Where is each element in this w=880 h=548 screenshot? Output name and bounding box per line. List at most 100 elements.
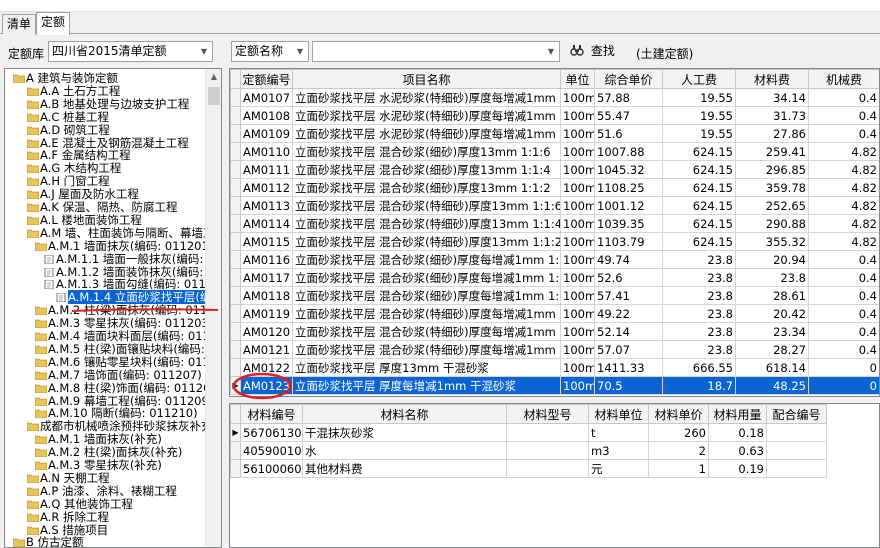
row-header[interactable] <box>230 441 241 460</box>
table-cell[interactable]: 34.14 <box>735 88 809 107</box>
table-cell[interactable]: 0.19 <box>708 459 767 478</box>
table-cell[interactable]: 49.74 <box>594 250 663 269</box>
table-cell[interactable]: 1411.33 <box>594 358 663 377</box>
table-cell[interactable]: 0.4 <box>808 340 879 359</box>
table-cell[interactable]: 49.22 <box>594 304 663 323</box>
table-cell[interactable]: 立面砂浆找平层 混合砂浆(特细砂)厚度13mm 1:1:2 <box>292 232 561 251</box>
table-cell[interactable]: 0.4 <box>808 106 879 125</box>
table-cell[interactable]: 19.55 <box>662 124 736 143</box>
table-cell[interactable]: 4.82 <box>808 232 879 251</box>
row-header[interactable] <box>230 304 241 323</box>
table-cell[interactable]: 624.15 <box>662 196 736 215</box>
table-cell[interactable]: 100m2 <box>560 340 595 359</box>
table-cell[interactable]: AM0111 <box>240 160 293 179</box>
table-row-selected[interactable]: ▶AM0123立面砂浆找平层 厚度每增减1mm 干混砂浆100m270.518.… <box>230 376 879 395</box>
table-cell[interactable] <box>506 441 589 460</box>
table-cell[interactable]: 56100060 <box>240 459 303 478</box>
table-cell[interactable]: 2 <box>648 441 709 460</box>
table-cell[interactable]: 4.82 <box>808 142 879 161</box>
table-cell[interactable] <box>766 423 827 442</box>
table-cell[interactable]: 立面砂浆找平层 水泥砂浆(特细砂)厚度每增减1mm <box>292 124 561 143</box>
table-cell[interactable]: 0.4 <box>808 304 879 323</box>
scroll-up-icon[interactable]: ▲ <box>206 69 221 85</box>
table-cell[interactable]: 28.27 <box>735 340 809 359</box>
col-header[interactable]: 材料单位 <box>588 404 649 424</box>
table-cell[interactable]: 立面砂浆找平层 混合砂浆(细砂)厚度每增减1mm 1:1:6 <box>292 250 561 269</box>
table-cell[interactable]: AM0119 <box>240 304 293 323</box>
table-cell[interactable]: 水 <box>302 441 507 460</box>
table-row[interactable]: AM0120立面砂浆找平层 混合砂浆(特细砂)厚度每增减1mm100m252.1… <box>230 322 879 341</box>
table-cell[interactable]: 23.8 <box>662 304 736 323</box>
table-cell[interactable]: 4.82 <box>808 196 879 215</box>
table-cell[interactable]: 100m2 <box>560 214 595 233</box>
table-cell[interactable]: 624.15 <box>662 214 736 233</box>
search-field-select[interactable]: 定额名称 ▼ <box>231 41 309 62</box>
table-cell[interactable]: 100m2 <box>560 250 595 269</box>
table-cell[interactable]: 0.4 <box>808 88 879 107</box>
col-header[interactable]: 定额编号 <box>240 69 293 89</box>
table-cell[interactable]: 1045.32 <box>594 160 663 179</box>
row-header[interactable] <box>230 232 241 251</box>
table-cell[interactable]: 100m2 <box>560 160 595 179</box>
table-row[interactable]: AM0108立面砂浆找平层 水泥砂浆(特细砂)厚度每增减1mm100m255.4… <box>230 106 879 125</box>
table-row[interactable]: AM0122立面砂浆找平层 厚度13mm 干混砂浆100m21411.33666… <box>230 358 879 377</box>
table-cell[interactable]: 100m2 <box>560 304 595 323</box>
table-cell[interactable]: 624.15 <box>662 160 736 179</box>
col-header[interactable]: 材料用量 <box>708 404 767 424</box>
col-header[interactable]: 人工费 <box>662 69 736 89</box>
table-cell[interactable]: 57.41 <box>594 286 663 305</box>
table-cell[interactable]: 0 <box>808 376 879 395</box>
col-header[interactable]: 材料编号 <box>240 404 303 424</box>
table-cell[interactable]: 100m2 <box>560 232 595 251</box>
col-header[interactable]: 材料单价 <box>648 404 709 424</box>
table-cell[interactable]: 23.8 <box>662 250 736 269</box>
library-select[interactable]: 四川省2015清单定额 ▼ <box>48 41 213 62</box>
table-cell[interactable]: 4.82 <box>808 160 879 179</box>
table-cell[interactable]: AM0117 <box>240 268 293 287</box>
table-row[interactable]: AM0117立面砂浆找平层 混合砂浆(细砂)厚度每增减1mm 1:1:4100m… <box>230 268 879 287</box>
row-header[interactable]: ▶ <box>230 423 241 442</box>
table-cell[interactable]: 23.8 <box>662 322 736 341</box>
table-cell[interactable]: 48.25 <box>735 376 809 395</box>
table-cell[interactable]: 52.6 <box>594 268 663 287</box>
table-cell[interactable]: 259.41 <box>735 142 809 161</box>
table-cell[interactable]: 立面砂浆找平层 水泥砂浆(特细砂)厚度每增减1mm <box>292 106 561 125</box>
col-header[interactable]: 机械费 <box>808 69 879 89</box>
table-cell[interactable]: 立面砂浆找平层 厚度每增减1mm 干混砂浆 <box>292 376 561 395</box>
table-row[interactable]: AM0119立面砂浆找平层 混合砂浆(特细砂)厚度每增减1mm100m249.2… <box>230 304 879 323</box>
scroll-thumb[interactable] <box>208 87 220 105</box>
table-cell[interactable]: AM0115 <box>240 232 293 251</box>
table-cell[interactable]: 1108.25 <box>594 178 663 197</box>
table-cell[interactable]: 立面砂浆找平层 混合砂浆(细砂)厚度13mm 1:1:2 <box>292 178 561 197</box>
table-cell[interactable]: 1103.79 <box>594 232 663 251</box>
table-cell[interactable]: 19.55 <box>662 106 736 125</box>
row-header[interactable] <box>230 286 241 305</box>
col-header[interactable]: 配合编号 <box>766 404 827 424</box>
table-cell[interactable]: 4.82 <box>808 214 879 233</box>
table-cell[interactable]: 100m2 <box>560 322 595 341</box>
table-cell[interactable]: 70.5 <box>594 376 663 395</box>
table-cell[interactable]: 0 <box>808 358 879 377</box>
table-cell[interactable]: 20.42 <box>735 304 809 323</box>
table-row[interactable]: AM0110立面砂浆找平层 混合砂浆(细砂)厚度13mm 1:1:6100m21… <box>230 142 879 161</box>
search-button[interactable]: 查找 <box>570 43 615 61</box>
table-cell[interactable]: 19.55 <box>662 88 736 107</box>
table-cell[interactable]: 干混抹灰砂浆 <box>302 423 507 442</box>
table-row[interactable]: AM0112立面砂浆找平层 混合砂浆(细砂)厚度13mm 1:1:2100m21… <box>230 178 879 197</box>
row-header[interactable] <box>230 196 241 215</box>
table-cell[interactable]: 296.85 <box>735 160 809 179</box>
table-cell[interactable]: 立面砂浆找平层 混合砂浆(细砂)厚度13mm 1:1:4 <box>292 160 561 179</box>
col-header[interactable]: 单位 <box>560 69 595 89</box>
table-cell[interactable]: 立面砂浆找平层 混合砂浆(特细砂)厚度每增减1mm <box>292 340 561 359</box>
table-cell[interactable]: 28.61 <box>735 286 809 305</box>
col-header[interactable]: 项目名称 <box>292 69 561 89</box>
table-cell[interactable]: 100m2 <box>560 88 595 107</box>
table-cell[interactable]: 立面砂浆找平层 混合砂浆(特细砂)厚度13mm 1:1:4 <box>292 214 561 233</box>
table-row[interactable]: AM0114立面砂浆找平层 混合砂浆(特细砂)厚度13mm 1:1:4100m2… <box>230 214 879 233</box>
table-cell[interactable]: AM0112 <box>240 178 293 197</box>
table-cell[interactable]: 0.18 <box>708 423 767 442</box>
table-cell[interactable]: 0.4 <box>808 250 879 269</box>
table-cell[interactable]: 立面砂浆找平层 混合砂浆(特细砂)厚度每增减1mm <box>292 322 561 341</box>
table-cell[interactable]: 624.15 <box>662 232 736 251</box>
table-cell[interactable]: 立面砂浆找平层 厚度13mm 干混砂浆 <box>292 358 561 377</box>
